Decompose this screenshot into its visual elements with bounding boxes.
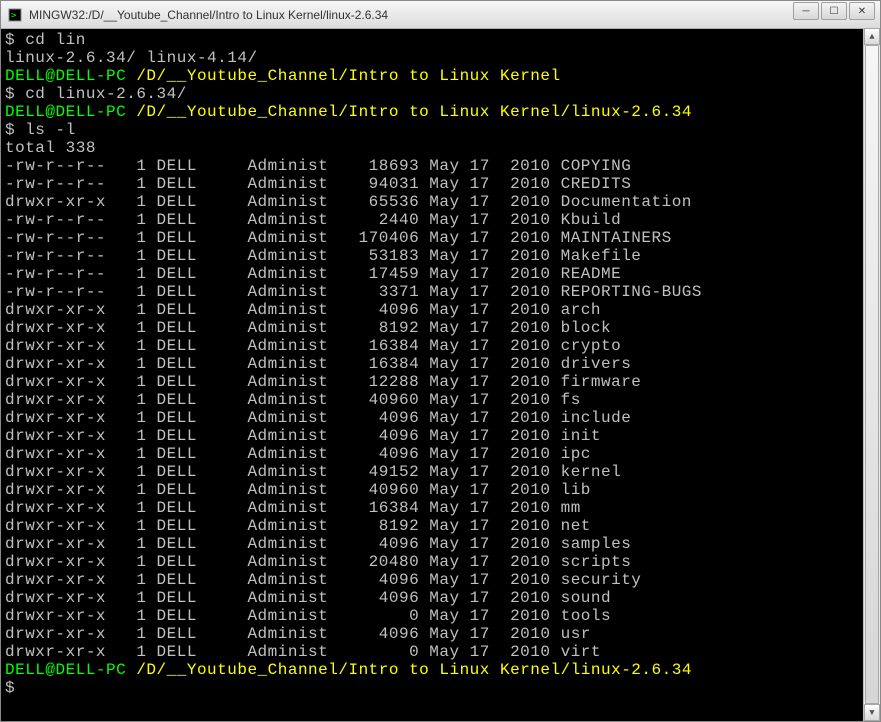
terminal-line: $ cd lin — [5, 31, 876, 49]
file-row: -rw-r--r-- 1 DELL Administ 170406 May 17… — [5, 229, 876, 247]
app-icon: > — [7, 7, 23, 23]
file-row: drwxr-xr-x 1 DELL Administ 8192 May 17 2… — [5, 319, 876, 337]
file-row: drwxr-xr-x 1 DELL Administ 49152 May 17 … — [5, 463, 876, 481]
terminal-line: $ ls -l — [5, 121, 876, 139]
scroll-track[interactable] — [864, 45, 880, 704]
scroll-thumb[interactable] — [865, 45, 879, 704]
scroll-up-button[interactable]: ▲ — [864, 28, 880, 45]
titlebar[interactable]: > MINGW32:/D/__Youtube_Channel/Intro to … — [1, 1, 880, 29]
file-row: drwxr-xr-x 1 DELL Administ 16384 May 17 … — [5, 337, 876, 355]
close-button[interactable]: ✕ — [849, 2, 875, 20]
file-row: drwxr-xr-x 1 DELL Administ 4096 May 17 2… — [5, 535, 876, 553]
window-title: MINGW32:/D/__Youtube_Channel/Intro to Li… — [29, 8, 874, 22]
file-row: drwxr-xr-x 1 DELL Administ 16384 May 17 … — [5, 355, 876, 373]
file-row: drwxr-xr-x 1 DELL Administ 4096 May 17 2… — [5, 301, 876, 319]
file-row: -rw-r--r-- 1 DELL Administ 94031 May 17 … — [5, 175, 876, 193]
svg-text:>: > — [11, 11, 17, 21]
file-row: drwxr-xr-x 1 DELL Administ 4096 May 17 2… — [5, 445, 876, 463]
maximize-button[interactable]: ☐ — [821, 2, 847, 20]
file-row: drwxr-xr-x 1 DELL Administ 16384 May 17 … — [5, 499, 876, 517]
terminal-output[interactable]: $ cd linlinux-2.6.34/ linux-4.14/DELL@DE… — [1, 29, 880, 721]
terminal-line: $ — [5, 679, 876, 697]
terminal-line: $ cd linux-2.6.34/ — [5, 85, 876, 103]
file-row: -rw-r--r-- 1 DELL Administ 3371 May 17 2… — [5, 283, 876, 301]
terminal-line: DELL@DELL-PC /D/__Youtube_Channel/Intro … — [5, 103, 876, 121]
scroll-down-button[interactable]: ▼ — [864, 704, 880, 721]
file-row: drwxr-xr-x 1 DELL Administ 0 May 17 2010… — [5, 607, 876, 625]
file-row: drwxr-xr-x 1 DELL Administ 40960 May 17 … — [5, 481, 876, 499]
file-row: drwxr-xr-x 1 DELL Administ 4096 May 17 2… — [5, 589, 876, 607]
file-row: drwxr-xr-x 1 DELL Administ 0 May 17 2010… — [5, 643, 876, 661]
file-row: drwxr-xr-x 1 DELL Administ 4096 May 17 2… — [5, 625, 876, 643]
file-row: drwxr-xr-x 1 DELL Administ 4096 May 17 2… — [5, 409, 876, 427]
terminal-line: linux-2.6.34/ linux-4.14/ — [5, 49, 876, 67]
file-row: drwxr-xr-x 1 DELL Administ 40960 May 17 … — [5, 391, 876, 409]
terminal-line: DELL@DELL-PC /D/__Youtube_Channel/Intro … — [5, 67, 876, 85]
file-row: drwxr-xr-x 1 DELL Administ 20480 May 17 … — [5, 553, 876, 571]
vertical-scrollbar[interactable]: ▲ ▼ — [863, 28, 880, 721]
file-row: drwxr-xr-x 1 DELL Administ 8192 May 17 2… — [5, 517, 876, 535]
file-row: -rw-r--r-- 1 DELL Administ 2440 May 17 2… — [5, 211, 876, 229]
file-row: -rw-r--r-- 1 DELL Administ 53183 May 17 … — [5, 247, 876, 265]
terminal-window: > MINGW32:/D/__Youtube_Channel/Intro to … — [0, 0, 881, 722]
window-controls: ─ ☐ ✕ — [793, 2, 875, 20]
file-row: drwxr-xr-x 1 DELL Administ 4096 May 17 2… — [5, 571, 876, 589]
minimize-button[interactable]: ─ — [793, 2, 819, 20]
file-row: -rw-r--r-- 1 DELL Administ 18693 May 17 … — [5, 157, 876, 175]
file-row: drwxr-xr-x 1 DELL Administ 65536 May 17 … — [5, 193, 876, 211]
terminal-line: DELL@DELL-PC /D/__Youtube_Channel/Intro … — [5, 661, 876, 679]
file-row: drwxr-xr-x 1 DELL Administ 12288 May 17 … — [5, 373, 876, 391]
terminal-line: total 338 — [5, 139, 876, 157]
file-row: drwxr-xr-x 1 DELL Administ 4096 May 17 2… — [5, 427, 876, 445]
file-row: -rw-r--r-- 1 DELL Administ 17459 May 17 … — [5, 265, 876, 283]
